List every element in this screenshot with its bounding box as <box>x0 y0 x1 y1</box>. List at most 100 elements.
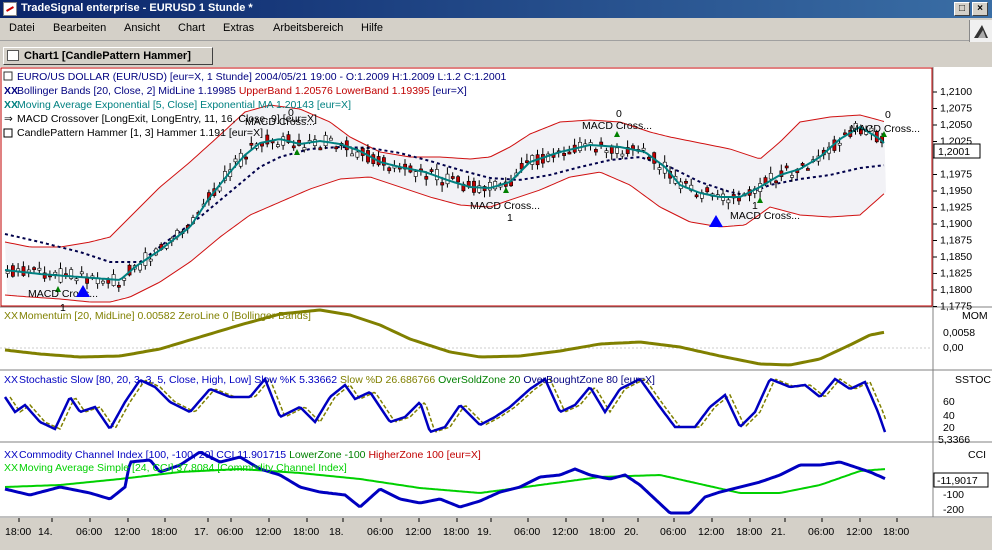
candle-body <box>355 151 360 158</box>
time-tick-label: 12:00 <box>405 526 431 538</box>
candle-body <box>101 280 105 284</box>
candle-body <box>424 176 429 180</box>
time-tick-label: 06:00 <box>660 526 686 538</box>
menu-arbeitsbereich[interactable]: Arbeitsbereich <box>271 22 345 34</box>
signal-number: 0 <box>616 108 622 120</box>
price-tick-label: 1,1975 <box>940 169 972 181</box>
menu-datei[interactable]: Datei <box>7 22 37 34</box>
menu-bar: Datei Bearbeiten Ansicht Chart Extras Ar… <box>0 19 992 41</box>
legend-cci-ma: Moving Average Simple [24, CCI] 37.8084 … <box>19 462 347 474</box>
menu-extras[interactable]: Extras <box>221 22 256 34</box>
candle-body <box>450 176 455 179</box>
candle-body <box>705 187 710 193</box>
candle-body <box>604 150 609 153</box>
candle-body <box>837 142 842 146</box>
cci-current-value: -11,9017 <box>937 475 978 487</box>
legend-macd: MACD Crossover [LongExit, LongEntry, 11,… <box>17 113 317 125</box>
menu-ansicht[interactable]: Ansicht <box>122 22 162 34</box>
candle-body <box>275 144 280 147</box>
candle-body <box>318 147 323 151</box>
candle-body <box>657 167 662 170</box>
chart-window[interactable]: MACD Cross... 1 MACD Cross... 0 MACD Cross..… <box>0 67 992 547</box>
app-icon <box>3 2 17 16</box>
chart-canvas[interactable]: MACD Cross...1MACD Cross...0MACD Cross..… <box>0 67 992 547</box>
legend-cci-lower: LowerZone -100 <box>289 449 366 461</box>
time-tick-label: 18:00 <box>5 526 31 538</box>
svg-text:XX: XX <box>4 449 18 461</box>
candle-body <box>334 146 339 150</box>
time-tick-label: 06:00 <box>367 526 393 538</box>
candle-body <box>620 153 625 157</box>
candle-body <box>387 167 392 172</box>
candle-body <box>117 284 121 288</box>
candle-body <box>291 145 296 149</box>
app-logo-icon <box>969 20 992 42</box>
price-tick-label: 1,2075 <box>940 103 972 115</box>
time-tick-label: 18:00 <box>736 526 762 538</box>
candle-body <box>525 160 529 164</box>
svg-text:Bollinger Bands [20, Close, 2]: Bollinger Bands [20, Close, 2] MidLine 1… <box>17 85 467 97</box>
candle-body <box>79 271 84 275</box>
stoch-tick-40: 40 <box>943 410 955 422</box>
candle-body <box>440 182 445 186</box>
time-tick-label: 18:00 <box>883 526 909 538</box>
time-tick-label: 12:00 <box>255 526 281 538</box>
price-tick-label: 1,1925 <box>940 202 972 214</box>
candle-body <box>233 158 238 163</box>
svg-text:⇒: ⇒ <box>4 113 13 125</box>
maximize-window-icon[interactable]: □ <box>954 2 970 16</box>
candle-body <box>148 258 153 262</box>
candle-body <box>615 147 620 154</box>
time-tick-label: 20. <box>624 526 639 538</box>
candle-body <box>784 165 789 169</box>
legend-stoch-d: Slow %D 26.686766 <box>340 374 435 386</box>
time-tick-label: 18:00 <box>443 526 469 538</box>
signal-label: MACD Cross... <box>582 120 652 132</box>
candle-body <box>302 147 307 151</box>
candle-body <box>562 153 567 156</box>
time-tick-label: 21. <box>771 526 786 538</box>
time-tick-label: 06:00 <box>76 526 102 538</box>
candle-body <box>768 172 773 180</box>
price-tick-label: 1,2100 <box>940 86 972 98</box>
close-window-icon[interactable]: × <box>972 2 988 16</box>
legend-bollinger-bands: UpperBand 1.20576 LowerBand 1.19395 <box>239 85 430 97</box>
legend-ema: Moving Average Exponential [5, Close] Ex… <box>17 99 351 111</box>
legend-bollinger-src: [eur=X] <box>433 85 467 97</box>
candle-body <box>641 147 646 151</box>
svg-text:XX: XX <box>4 310 18 322</box>
signal-number: 0 <box>885 109 891 121</box>
price-tick-label: 1,1800 <box>940 284 972 296</box>
tab-chart1[interactable]: Chart1 [CandlePattern Hammer] <box>3 47 213 65</box>
momentum-tick-current: 0,0058 <box>943 327 975 339</box>
price-tick-label: 1,1850 <box>940 251 972 263</box>
candle-body <box>53 271 58 275</box>
candle-body <box>434 169 439 181</box>
time-tick-label: 17. <box>194 526 209 538</box>
price-tick-label: 1,2050 <box>940 119 972 131</box>
time-tick-label: 18. <box>329 526 344 538</box>
cci-tick-minus200: -200 <box>943 504 964 516</box>
chart-tab-strip: Chart1 [CandlePattern Hammer] <box>0 43 992 67</box>
price-tick-label: 1,1825 <box>940 268 972 280</box>
legend-bollinger: Bollinger Bands [20, Close, 2] MidLine 1… <box>17 85 236 97</box>
time-tick-label: 18:00 <box>293 526 319 538</box>
candle-body <box>567 151 572 155</box>
candle-body <box>32 267 37 270</box>
svg-text:XX: XX <box>4 85 18 97</box>
candle-body <box>599 141 604 145</box>
menu-chart[interactable]: Chart <box>176 22 207 34</box>
legend-instrument: EURO/US DOLLAR (EUR/USD) [eur=X, 1 Stund… <box>17 71 507 83</box>
time-tick-label: 06:00 <box>808 526 834 538</box>
candle-body <box>805 168 810 171</box>
menu-bearbeiten[interactable]: Bearbeiten <box>51 22 108 34</box>
signal-label: MACD Cross... <box>470 200 540 212</box>
candle-body <box>593 149 598 153</box>
price-tick-label: 1,1900 <box>940 218 972 230</box>
candle-body <box>5 271 10 274</box>
legend-hammer: CandlePattern Hammer [1, 3] Hammer 1.191… <box>17 127 263 139</box>
time-tick-label: 12:00 <box>552 526 578 538</box>
menu-hilfe[interactable]: Hilfe <box>359 22 385 34</box>
svg-text:XX: XX <box>4 99 18 111</box>
candle-body <box>646 156 651 160</box>
